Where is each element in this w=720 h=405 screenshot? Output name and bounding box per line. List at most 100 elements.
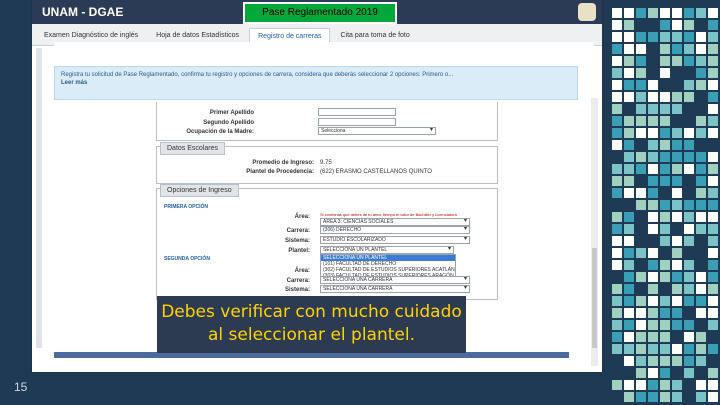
mosaic-tile (708, 200, 718, 210)
mosaic-tile (636, 212, 646, 222)
mosaic-tile (636, 224, 646, 234)
mosaic-tile (684, 320, 694, 330)
mosaic-tile (660, 320, 670, 330)
mosaic-tile (648, 308, 658, 318)
area-select-1[interactable]: AREA 3: CIENCIAS SOCIALES (320, 218, 470, 226)
promedio-label: Promedio de Ingreso: (252, 160, 314, 166)
mosaic-tile (684, 380, 694, 390)
mosaic-tile (672, 308, 682, 318)
mosaic-tile (696, 236, 706, 246)
mosaic-tile (612, 344, 622, 354)
mosaic-tile (612, 176, 622, 186)
plantel-procedencia-value: (622) ERASMO CASTELLANOS QUINTO (320, 169, 432, 175)
mosaic-tile (684, 92, 694, 102)
mosaic-tile (672, 296, 682, 306)
mosaic-tile (696, 200, 706, 210)
mosaic-tile (624, 80, 634, 90)
mosaic-tile (648, 188, 658, 198)
mosaic-tile (612, 116, 622, 126)
mosaic-tile (672, 344, 682, 354)
mosaic-tile (708, 116, 718, 126)
mosaic-tile (636, 104, 646, 114)
mosaic-tile (696, 152, 706, 162)
mosaic-tile (624, 200, 634, 210)
mosaic-tile (672, 128, 682, 138)
mosaic-tile (684, 368, 694, 378)
datos-escolares-header[interactable]: Datos Escolares (160, 142, 225, 155)
mosaic-tile (684, 152, 694, 162)
mosaic-tile (660, 140, 670, 150)
mosaic-tile (636, 164, 646, 174)
mosaic-tile (612, 356, 622, 366)
mosaic-tile (672, 368, 682, 378)
mosaic-tile (624, 296, 634, 306)
mosaic-tile (636, 320, 646, 330)
plantel-select-1[interactable]: SELECCIONA UN PLANTEL (320, 246, 454, 254)
slide-title: Pase Reglamentado 2019 (243, 2, 397, 24)
mosaic-tile (612, 44, 622, 54)
opciones-header[interactable]: Opciones de Ingreso (160, 184, 239, 197)
mosaic-tile (708, 80, 718, 90)
mosaic-tile (612, 20, 622, 30)
mosaic-tile (672, 392, 682, 402)
read-more-link[interactable]: Leer más (61, 80, 87, 86)
carrera-select-1[interactable]: (306) DERECHO (320, 226, 470, 234)
mosaic-tile (708, 140, 718, 150)
mosaic-tile (660, 284, 670, 294)
mosaic-tile (708, 8, 718, 18)
mosaic-tile (696, 212, 706, 222)
mosaic-tile (612, 284, 622, 294)
alert-text: Registra tu solicitud de Pase Reglamenta… (61, 72, 454, 78)
mosaic-tile (672, 164, 682, 174)
mosaic-tile (708, 56, 718, 66)
mosaic-tile (624, 308, 634, 318)
mosaic-tile (708, 92, 718, 102)
mosaic-tile (660, 260, 670, 270)
mosaic-tile (684, 104, 694, 114)
mosaic-tile (660, 68, 670, 78)
mosaic-tile (660, 392, 670, 402)
mosaic-tile (708, 68, 718, 78)
mosaic-tile (636, 200, 646, 210)
mosaic-tile (648, 92, 658, 102)
scrollbar-thumb[interactable] (592, 248, 597, 348)
mosaic-tile (648, 260, 658, 270)
mosaic-tile (624, 152, 634, 162)
mosaic-tile (660, 236, 670, 246)
mosaic-tile (672, 80, 682, 90)
mosaic-tile (684, 44, 694, 54)
mosaic-tile (612, 308, 622, 318)
mosaic-tile (648, 236, 658, 246)
mosaic-tile (636, 368, 646, 378)
mosaic-tile (684, 56, 694, 66)
mosaic-tile (672, 56, 682, 66)
scrollbar[interactable] (591, 98, 598, 366)
mosaic-tile (708, 272, 718, 282)
mosaic-tile (708, 212, 718, 222)
mosaic-tile (696, 308, 706, 318)
mosaic-tile (696, 248, 706, 258)
mosaic-tile (612, 368, 622, 378)
mosaic-tile (708, 104, 718, 114)
mosaic-tile (696, 56, 706, 66)
mosaic-tile (648, 344, 658, 354)
mosaic-tile (708, 260, 718, 270)
mosaic-tile (696, 44, 706, 54)
mosaic-tile (612, 8, 622, 18)
mosaic-tile (624, 8, 634, 18)
mosaic-tile (624, 128, 634, 138)
mosaic-tile (624, 188, 634, 198)
carrera-select-2[interactable]: SELECCIONA UNA CARRERA (320, 276, 470, 284)
mosaic-tile (708, 368, 718, 378)
mosaic-tile (684, 20, 694, 30)
mosaic-tile (696, 272, 706, 282)
mosaic-tile (648, 116, 658, 126)
mosaic-tile (612, 188, 622, 198)
mosaic-tile (612, 272, 622, 282)
mosaic-tile (624, 164, 634, 174)
sistema-select-2[interactable]: SELECCIONA UNA CARRERA (320, 285, 470, 293)
mosaic-tile (696, 32, 706, 42)
sistema-select-1[interactable]: ESTUDIO ESCOLARIZADO (320, 236, 470, 244)
mosaic-tile (696, 116, 706, 126)
mosaic-tile (636, 80, 646, 90)
